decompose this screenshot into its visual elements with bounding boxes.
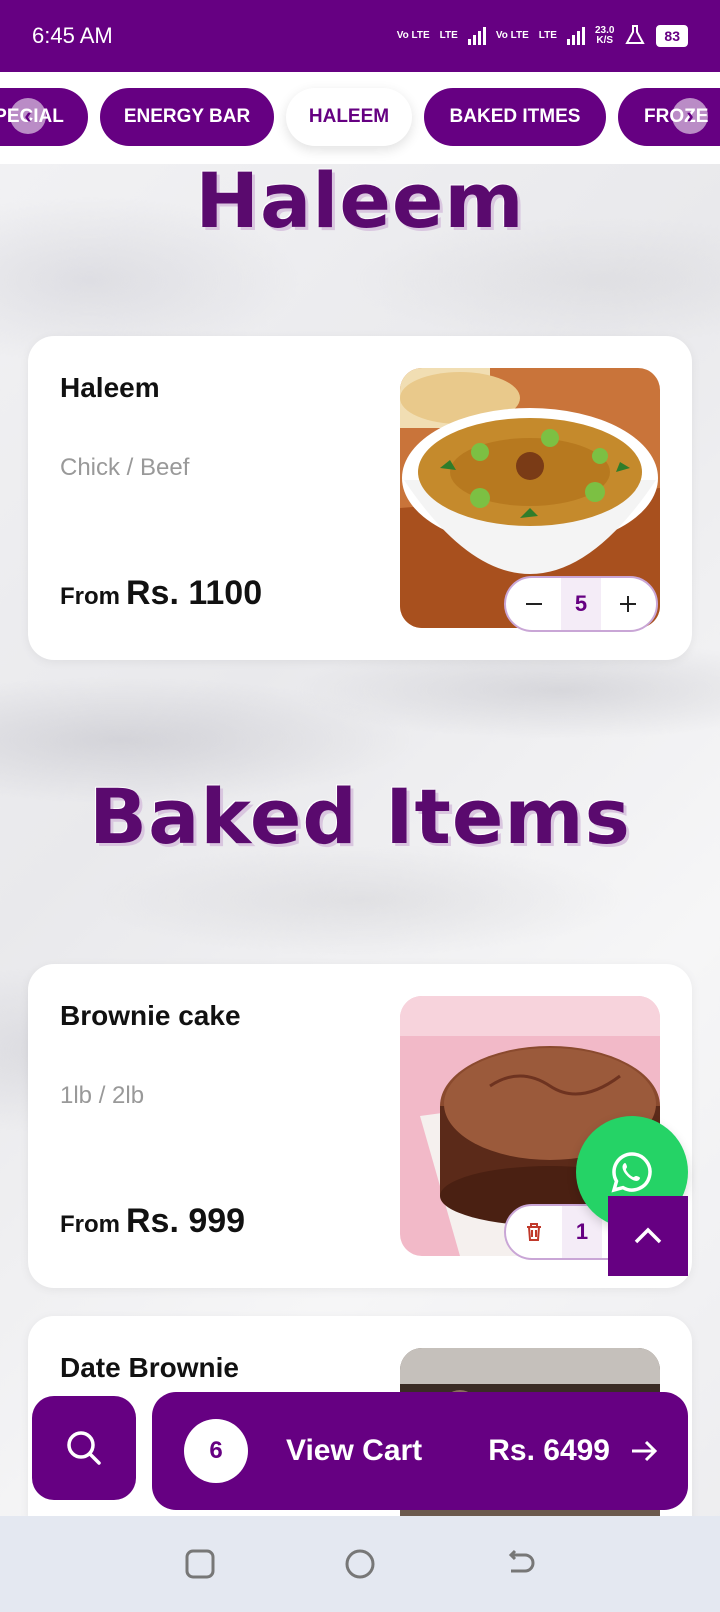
- search-icon: [67, 1431, 101, 1465]
- system-navigation-bar: [0, 1516, 720, 1612]
- product-variants: Chick / Beef: [60, 454, 190, 481]
- section-title-baked-items: Baked Items: [89, 772, 631, 861]
- product-name: Date Brownie: [60, 1352, 239, 1383]
- quantity-value: 5: [561, 578, 601, 630]
- volte-indicator-1: Vo LTE: [396, 30, 430, 41]
- product-name: Brownie cake: [60, 1000, 241, 1031]
- battery-indicator: 83: [656, 25, 688, 47]
- cart-count-badge: 6: [184, 1419, 248, 1483]
- plus-icon: [620, 596, 637, 612]
- decrease-quantity-button[interactable]: [506, 578, 561, 630]
- product-price: From Rs. 999: [60, 1202, 245, 1241]
- status-icons: Vo LTE LTE Vo LTE LTE 23.0 K/S 83: [397, 24, 688, 49]
- tab-energy-bar[interactable]: ENERGY BAR: [100, 88, 274, 146]
- recent-apps-icon[interactable]: [183, 1547, 217, 1581]
- search-button[interactable]: [32, 1396, 136, 1500]
- price-prefix: From: [60, 583, 120, 610]
- chevron-up-icon: [634, 1227, 662, 1244]
- signal-icon-1: [467, 27, 486, 45]
- tabs-prev-button[interactable]: ‹: [10, 98, 46, 134]
- signal-icon-2: [566, 27, 585, 45]
- price-amount: Rs. 999: [126, 1202, 246, 1240]
- chevron-right-icon: ›: [686, 103, 694, 128]
- price-prefix: From: [60, 1211, 120, 1238]
- trash-icon: [527, 1223, 541, 1241]
- chevron-left-icon: ‹: [24, 103, 32, 128]
- scroll-to-top-button[interactable]: [608, 1196, 688, 1276]
- section-title-haleem: Haleem: [195, 156, 525, 245]
- price-amount: Rs. 1100: [126, 574, 263, 612]
- bottom-action-bar: 6 View Cart Rs. 6499: [0, 1392, 720, 1510]
- lte-indicator-2: LTE: [538, 30, 557, 41]
- volte-indicator-2: Vo LTE: [495, 30, 529, 41]
- product-variants: 1lb / 2lb: [60, 1082, 145, 1109]
- status-time: 6:45 AM: [32, 23, 113, 48]
- lte-indicator-1: LTE: [439, 30, 458, 41]
- flask-icon: [624, 24, 646, 49]
- view-cart-button[interactable]: 6 View Cart Rs. 6499: [152, 1392, 688, 1510]
- home-icon[interactable]: [343, 1547, 377, 1581]
- back-icon[interactable]: [503, 1547, 537, 1581]
- whatsapp-icon: [611, 1152, 652, 1193]
- network-speed: 23.0 K/S: [595, 26, 614, 46]
- tab-haleem[interactable]: HALEEM: [286, 88, 412, 146]
- cart-total: Rs. 6499: [488, 1434, 610, 1467]
- network-speed-unit: K/S: [596, 35, 614, 46]
- tabs-next-button[interactable]: ›: [672, 98, 708, 134]
- product-card-brownie-cake[interactable]: Brownie cake 1lb / 2lb From Rs. 999 1: [28, 964, 692, 1288]
- product-card-haleem[interactable]: Haleem Chick / Beef From Rs. 1100 5: [28, 336, 692, 660]
- category-tabs: PECIAL ENERGY BAR HALEEM BAKED ITMES FRO…: [0, 72, 720, 164]
- product-price: From Rs. 1100: [60, 574, 262, 613]
- quantity-stepper: 5: [504, 576, 658, 632]
- remove-item-button[interactable]: [506, 1206, 562, 1258]
- increase-quantity-button[interactable]: [601, 578, 656, 630]
- status-bar: 6:45 AM Vo LTE LTE Vo LTE LTE 23.0 K/S 8…: [0, 0, 720, 72]
- arrow-right-icon: [632, 1440, 658, 1462]
- minus-icon: [525, 603, 542, 605]
- product-name: Haleem: [60, 372, 160, 403]
- view-cart-label: View Cart: [286, 1434, 423, 1467]
- tab-baked-itmes[interactable]: BAKED ITMES: [424, 88, 606, 146]
